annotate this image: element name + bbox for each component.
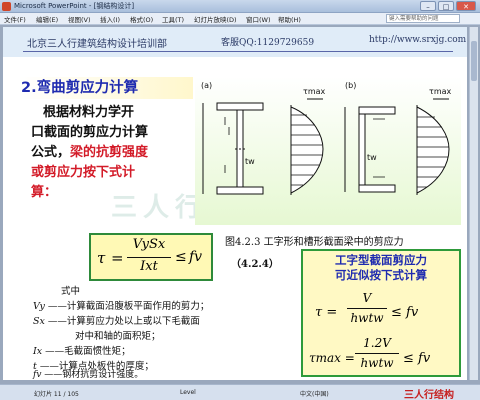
menu-format[interactable]: 格式(O) — [130, 14, 153, 24]
i-section-drawing — [202, 102, 264, 195]
approx-title-line-2: 可近似按下式计算 — [335, 268, 427, 282]
figure-label-b: (b) — [345, 81, 357, 90]
para-line-3-text: 公式， — [31, 145, 71, 160]
header-divider — [23, 51, 453, 52]
menu-tools[interactable]: 工具(T) — [162, 14, 184, 24]
tw-label-a: tw — [245, 157, 255, 166]
figure-label-a: (a) — [201, 81, 213, 90]
approx-f1-bar — [347, 308, 387, 309]
channel-section-stress-diagram — [416, 98, 450, 195]
para-line-1: 根据材料力学开 — [43, 105, 135, 120]
menu-insert[interactable]: 插入(I) — [100, 14, 120, 24]
vertical-scrollbar[interactable] — [469, 27, 478, 380]
approx-f1-lhs: τ = — [315, 305, 338, 320]
formula-fv: fv — [189, 249, 203, 265]
maximize-button[interactable]: □ — [438, 1, 454, 11]
help-search-input[interactable]: 键入需要帮助的问题 — [386, 14, 460, 23]
tau-max-label-a: τmax — [303, 87, 326, 96]
stress-diagram — [202, 98, 450, 195]
menu-bar: 文件(F) 编辑(E) 视图(V) 插入(I) 格式(O) 工具(T) 幻灯片放… — [0, 13, 480, 25]
legend-sx-cont: 对中和轴的面积矩； — [75, 331, 161, 342]
para-line-2: 口截面的剪应力计算 — [31, 125, 149, 140]
approx-f2-rhs: ≤ fv — [403, 351, 431, 366]
formula-tau: τ — [97, 249, 106, 267]
approx-title-line-1: 工字型截面剪应力 — [335, 253, 427, 267]
formula-equals: = — [111, 249, 124, 267]
formula-denominator: Ixt — [140, 259, 158, 274]
minimize-button[interactable]: – — [420, 1, 436, 11]
formula-le: ≤ — [175, 249, 187, 265]
menu-edit[interactable]: 编辑(E) — [36, 14, 58, 24]
header-website: http://www.srxjg.com — [369, 35, 467, 45]
title-bar: Microsoft PowerPoint - [钢结构设计] – □ ✕ — [0, 0, 480, 13]
status-bar: 幻灯片 11 / 105 Level 中文(中国) 三人行结构 — [0, 384, 480, 400]
intro-paragraph: 根据材料力学开 口截面的剪应力计算 公式，梁的抗剪强度 或剪应力按下式计 算： — [31, 103, 201, 203]
legend-sx-text: ——计算剪应力处以上或以下毛截面 — [47, 316, 200, 327]
legend-vy: Vy ——计算截面沿腹板平面作用的剪力； — [33, 298, 209, 312]
approx-f2-den: hwtw — [360, 356, 394, 370]
approx-title: 工字型截面剪应力 可近似按下式计算 — [303, 253, 459, 283]
menu-slideshow[interactable]: 幻灯片放映(D) — [194, 14, 237, 24]
legend-ix: Ix ——毛截面惯性矩； — [33, 343, 131, 357]
approx-f1-den: hwtw — [350, 311, 384, 325]
menu-window[interactable]: 窗口(W) — [246, 14, 271, 24]
legend-ix-symbol: Ix — [33, 346, 43, 357]
header-qq: 客服QQ:1129729659 — [221, 38, 315, 48]
legend-intro: 式中 — [61, 286, 81, 297]
scroll-thumb[interactable] — [471, 41, 477, 81]
menu-view[interactable]: 视图(V) — [68, 14, 91, 24]
legend-sx-symbol: Sx — [33, 316, 45, 327]
close-button[interactable]: ✕ — [456, 1, 476, 11]
powerpoint-logo-icon — [2, 2, 11, 11]
shear-stress-formula: τ = VySx Ixt ≤ fv — [89, 233, 213, 281]
channel-section-drawing — [344, 106, 396, 193]
para-line-5: 算： — [31, 185, 58, 200]
legend-vy-symbol: Vy — [33, 301, 45, 312]
tau-max-label-b: τmax — [429, 87, 452, 96]
legend-ix-text: ——毛截面惯性矩； — [45, 346, 131, 357]
approx-formula-box: 工字型截面剪应力 可近似按下式计算 τ = V hwtw ≤ fv τmax =… — [301, 249, 461, 377]
equation-number: （4.2.4） — [231, 259, 279, 270]
figure-caption: 图4.2.3 工字形和槽形截面梁中的剪应力 — [225, 237, 404, 248]
legend-fv-line: fv ——钢材抗剪设计强度。 — [33, 367, 143, 380]
approx-f1-num: V — [362, 291, 372, 305]
menu-help[interactable]: 帮助(H) — [278, 14, 301, 24]
legend-fv-line-text: ——钢材抗剪设计强度。 — [44, 370, 144, 380]
formula-fraction-bar — [127, 257, 171, 258]
approx-f2-num: 1.2V — [363, 336, 391, 350]
language-indicator: 中文(中国) — [300, 391, 329, 398]
legend-vy-text: ——计算截面沿腹板平面作用的剪力； — [47, 301, 210, 312]
para-line-3: 公式，梁的抗剪强度 — [31, 143, 201, 163]
para-line-4: 或剪应力按下式计 — [31, 165, 136, 180]
legend-fv-line-symbol: fv — [33, 370, 42, 380]
slide-canvas: 北京三人行建筑结构设计培训部 客服QQ:1129729659 http://ww… — [3, 27, 467, 380]
stress-figure: (a) (b) τmax τmax tw tw — [195, 77, 461, 225]
design-name: Level — [180, 389, 196, 396]
brand-logo: 三人行结构 — [404, 390, 454, 400]
tw-label-b: tw — [367, 153, 377, 162]
para-line-3-emphasis: 梁的抗剪强度 — [70, 145, 149, 160]
window-title: Microsoft PowerPoint - [钢结构设计] — [14, 2, 135, 10]
slide-indicator: 幻灯片 11 / 105 — [34, 391, 79, 398]
formula-numerator: VySx — [132, 237, 166, 252]
approx-f2-bar — [355, 353, 399, 354]
legend-sx: Sx ——计算剪应力处以上或以下毛截面 — [33, 313, 200, 327]
section-title: 2.弯曲剪应力计算 — [19, 77, 193, 99]
approx-f2-lhs: τmax = — [309, 351, 355, 365]
approx-f1-rhs: ≤ fv — [391, 305, 419, 320]
header-organization: 北京三人行建筑结构设计培训部 — [27, 39, 167, 50]
menu-file[interactable]: 文件(F) — [4, 14, 26, 24]
i-section-stress-diagram — [290, 98, 324, 195]
